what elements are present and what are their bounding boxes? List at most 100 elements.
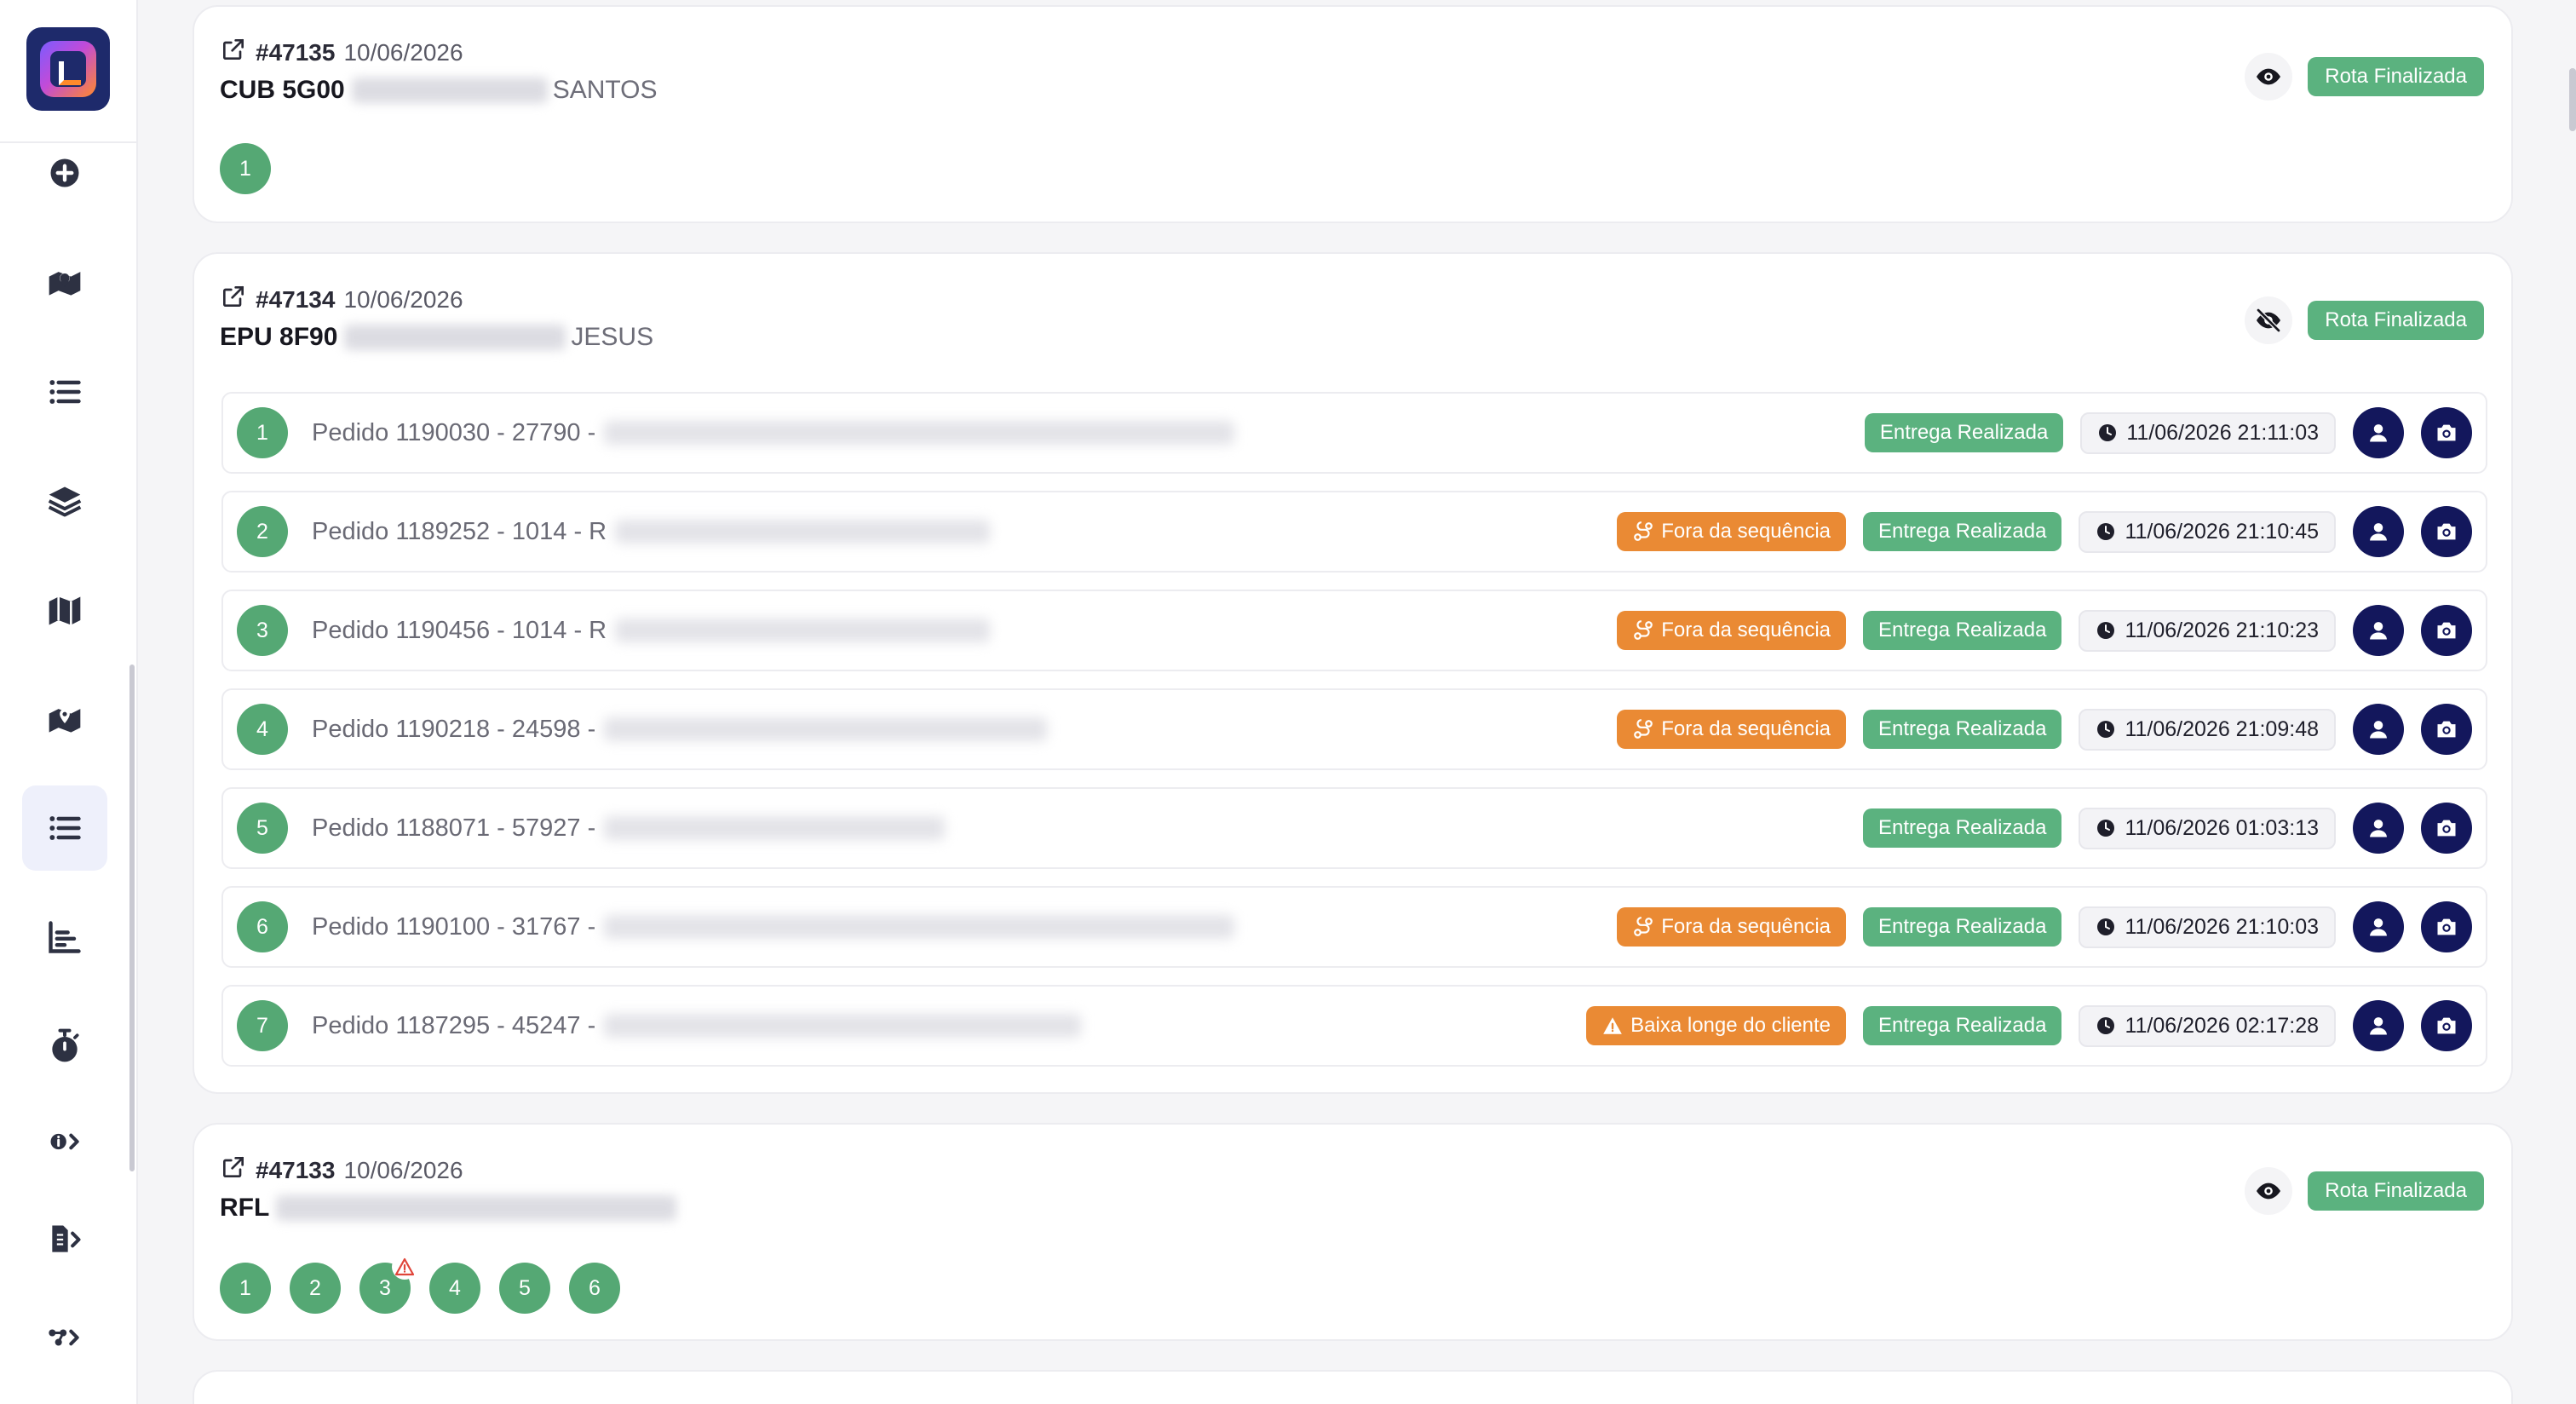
stop-dot[interactable]: 1 — [220, 143, 271, 194]
driver-info-button[interactable] — [2353, 1000, 2404, 1051]
visibility-toggle-button[interactable] — [2245, 296, 2293, 344]
app-logo[interactable] — [26, 27, 110, 111]
camera-icon — [2437, 523, 2456, 540]
external-link-icon[interactable] — [220, 1154, 247, 1187]
delivery-photo-button[interactable] — [2421, 506, 2472, 557]
stop-dot[interactable]: 6 — [569, 1263, 620, 1314]
sidebar-item-chart[interactable] — [22, 895, 107, 980]
stop-dot[interactable]: 5 — [499, 1263, 550, 1314]
vehicle-plate: EPU 8F90 — [220, 323, 338, 351]
camera-icon — [2437, 622, 2456, 639]
sidebar-item-stopwatch[interactable] — [22, 1004, 107, 1089]
sidebar-item-add[interactable] — [22, 130, 107, 216]
eye-off-icon — [2257, 308, 2281, 332]
delivery-photo-button[interactable] — [2421, 1000, 2472, 1051]
stop-row[interactable]: 5 Pedido 1188071 - 57927 - Entrega Realiza… — [221, 787, 2487, 869]
clock-icon — [2097, 622, 2115, 639]
order-label: Pedido 1190218 - 24598 - — [312, 715, 596, 743]
stop-number: 7 — [237, 1000, 288, 1051]
stop-row[interactable]: 6 Pedido 1190100 - 31767 - Fora da sequênc… — [221, 886, 2487, 968]
user-icon — [2370, 820, 2387, 837]
stop-dot[interactable]: 1 — [220, 1263, 271, 1314]
stopwatch-icon — [52, 1028, 79, 1062]
stop-dot[interactable]: 2 — [290, 1263, 341, 1314]
stop-dot-label: 6 — [589, 1275, 601, 1300]
delivery-photo-button[interactable] — [2421, 803, 2472, 854]
main-scrollbar[interactable] — [2569, 68, 2576, 131]
delivery-status-badge: Entrega Realizada — [1863, 1006, 2062, 1045]
delivery-time: 11/06/2026 01:03:13 — [2125, 815, 2319, 840]
sidebar-item-info-menu[interactable] — [22, 1099, 107, 1184]
vehicle-plate: RFL — [220, 1194, 270, 1222]
external-link-icon[interactable] — [220, 283, 247, 316]
external-link-icon[interactable] — [220, 36, 247, 69]
client-name-redacted — [604, 915, 1235, 939]
order-label: Pedido 1190030 - 27790 - — [312, 418, 596, 446]
camera-icon — [2437, 918, 2456, 935]
route-status-badge: Rota Finalizada — [2308, 57, 2484, 96]
stop-dot-label: 3 — [379, 1275, 391, 1300]
stop-row[interactable]: 7 Pedido 1187295 - 45247 - Baixa longe do … — [221, 985, 2487, 1067]
sidebar-item-layers[interactable] — [22, 458, 107, 544]
driver-info-button[interactable] — [2353, 506, 2404, 557]
camera-icon — [2437, 1017, 2456, 1034]
route-vehicle-driver: CUB 5G00 SANTOS — [220, 76, 658, 105]
delivery-photo-button[interactable] — [2421, 704, 2472, 755]
stop-row[interactable]: 2 Pedido 1189252 - 1014 - R Fora da sequên… — [221, 491, 2487, 573]
route-chevron-icon — [49, 1329, 79, 1346]
driver-name-tail: JESUS — [571, 323, 654, 351]
sidebar-item-map[interactable] — [22, 568, 107, 653]
delivery-time-chip: 11/06/2026 21:10:45 — [2079, 510, 2336, 553]
badge-label: Fora da sequência — [1661, 520, 1831, 543]
route-id[interactable]: #47135 — [256, 39, 335, 66]
delivery-time-chip: 11/06/2026 02:17:28 — [2079, 1004, 2336, 1047]
driver-name-redacted — [276, 1195, 677, 1221]
delivery-status-badge: Entrega Realizada — [1863, 710, 2062, 749]
sidebar-item-list-active[interactable] — [22, 785, 107, 871]
badge-label: Fora da sequência — [1661, 717, 1831, 740]
route-id[interactable]: #47134 — [256, 286, 335, 314]
stop-row[interactable]: 4 Pedido 1190218 - 24598 - Fora da sequênc… — [221, 688, 2487, 770]
driver-info-button[interactable] — [2353, 803, 2404, 854]
stop-dot[interactable]: 3 — [359, 1254, 417, 1314]
driver-info-button[interactable] — [2353, 407, 2404, 458]
delivery-photo-button[interactable] — [2421, 605, 2472, 656]
badge-label: Fora da sequência — [1661, 619, 1831, 642]
sidebar-item-list[interactable] — [22, 349, 107, 434]
badge-label: Fora da sequência — [1661, 915, 1831, 938]
sidebar-item-map-pin[interactable] — [22, 240, 107, 325]
eye-icon — [2257, 68, 2281, 85]
layers-icon — [48, 486, 82, 517]
sidebar-item-map-pin-2[interactable] — [22, 677, 107, 762]
sidebar-item-route-menu[interactable] — [22, 1295, 107, 1380]
stop-dot[interactable]: 4 — [429, 1263, 480, 1314]
driver-info-button[interactable] — [2353, 605, 2404, 656]
driver-info-button[interactable] — [2353, 901, 2404, 952]
badge-label: Baixa longe do cliente — [1630, 1014, 1831, 1037]
visibility-toggle-button[interactable] — [2245, 53, 2293, 101]
warning-icon — [1603, 1017, 1622, 1034]
invoice-chevron-icon — [52, 1225, 81, 1252]
delivery-time: 11/06/2026 21:10:45 — [2125, 519, 2319, 544]
stop-number: 2 — [237, 506, 288, 557]
out-of-sequence-badge: Fora da sequência — [1617, 710, 1846, 749]
sidebar-item-invoice-menu[interactable] — [22, 1197, 107, 1282]
delivery-time: 11/06/2026 21:10:03 — [2125, 914, 2319, 939]
stop-row[interactable]: 1 Pedido 1190030 - 27790 - Entrega Realiza… — [221, 392, 2487, 474]
stop-row[interactable]: 3 Pedido 1190456 - 1014 - R Fora da sequên… — [221, 590, 2487, 671]
delivery-photo-button[interactable] — [2421, 901, 2472, 952]
driver-info-button[interactable] — [2353, 704, 2404, 755]
delivery-time-chip: 11/06/2026 01:03:13 — [2079, 807, 2336, 849]
visibility-toggle-button[interactable] — [2245, 1167, 2293, 1215]
route-status-badge: Rota Finalizada — [2308, 301, 2484, 340]
route-card — [193, 1370, 2513, 1404]
route-date: 10/06/2026 — [343, 38, 463, 66]
sidebar-scrollbar[interactable] — [129, 665, 135, 1171]
route-id[interactable]: #47133 — [256, 1157, 335, 1184]
main-content: #47135 10/06/2026 CUB 5G00 SANTOS Rota F… — [138, 0, 2576, 1404]
camera-icon — [2437, 721, 2456, 738]
clock-icon — [2097, 918, 2115, 935]
driver-name-tail: SANTOS — [552, 76, 658, 104]
delivery-photo-button[interactable] — [2421, 407, 2472, 458]
driver-name-redacted — [351, 78, 548, 103]
